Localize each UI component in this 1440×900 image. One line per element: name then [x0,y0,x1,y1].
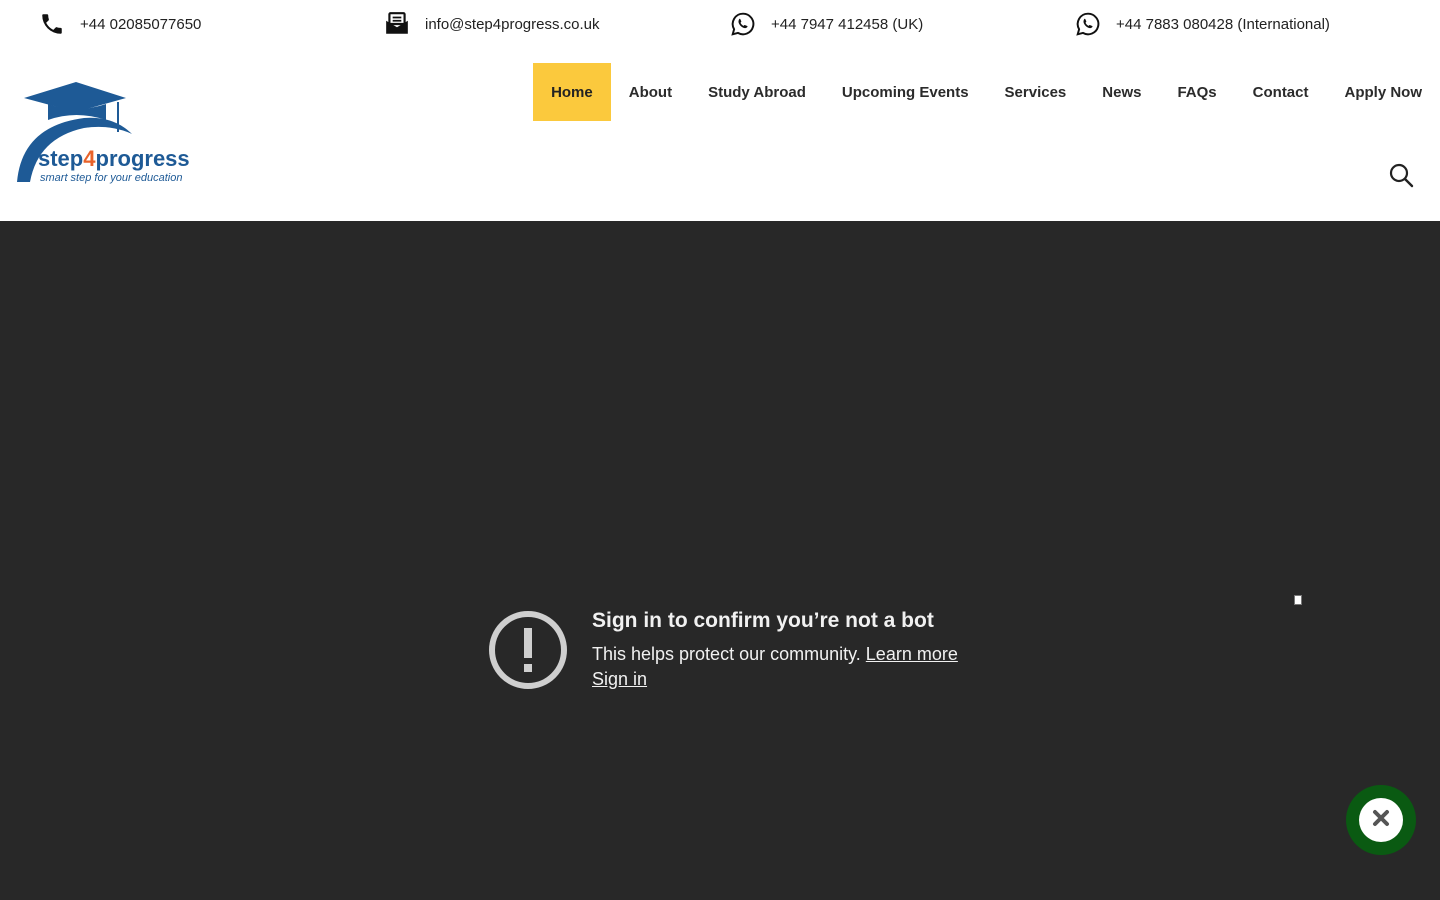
bot-check-message: Sign in to confirm you’re not a bot This… [488,608,958,692]
close-widget-button[interactable] [1346,785,1416,855]
email-text: info@step4progress.co.uk [425,15,600,33]
search-icon[interactable] [1388,162,1414,188]
nav-apply-now[interactable]: Apply Now [1327,63,1440,121]
bot-check-title: Sign in to confirm you’re not a bot [592,609,934,632]
alert-icon [488,610,568,690]
nav-faqs[interactable]: FAQs [1159,63,1234,121]
video-embed: Sign in to confirm you’re not a bot This… [0,221,1440,900]
small-marker [1294,595,1302,605]
main-nav: Home About Study Abroad Upcoming Events … [533,63,1440,121]
whatsapp-uk-text: +44 7947 412458 (UK) [771,15,924,33]
nav-upcoming-events[interactable]: Upcoming Events [824,63,987,121]
phone-icon [38,10,66,38]
close-icon [1371,808,1391,833]
learn-more-link[interactable]: Learn more [866,644,958,664]
bot-check-subtitle: This helps protect our community. Learn … [592,644,958,664]
phone-text: +44 02085077650 [80,15,202,33]
whatsapp-intl-link[interactable]: +44 7883 080428 (International) [1074,0,1330,48]
site-logo[interactable]: step4progress smart step for your educat… [14,80,196,186]
nav-contact[interactable]: Contact [1235,63,1327,121]
whatsapp-icon [729,10,757,38]
mail-icon [383,10,411,38]
svg-text:smart step for your education: smart step for your education [40,172,182,184]
whatsapp-icon [1074,10,1102,38]
svg-text:step4progress: step4progress [38,146,190,171]
nav-services[interactable]: Services [987,63,1085,121]
contact-bar: +44 02085077650 info@step4progress.co.uk… [0,0,1440,48]
nav-home[interactable]: Home [533,63,611,121]
email-link[interactable]: info@step4progress.co.uk [383,0,600,48]
nav-news[interactable]: News [1084,63,1159,121]
nav-study-abroad[interactable]: Study Abroad [690,63,824,121]
nav-about[interactable]: About [611,63,690,121]
whatsapp-uk-link[interactable]: +44 7947 412458 (UK) [729,0,923,48]
whatsapp-intl-text: +44 7883 080428 (International) [1116,15,1330,33]
phone-link[interactable]: +44 02085077650 [38,0,201,48]
sign-in-link[interactable]: Sign in [592,667,647,692]
site-header: step4progress smart step for your educat… [0,48,1440,221]
